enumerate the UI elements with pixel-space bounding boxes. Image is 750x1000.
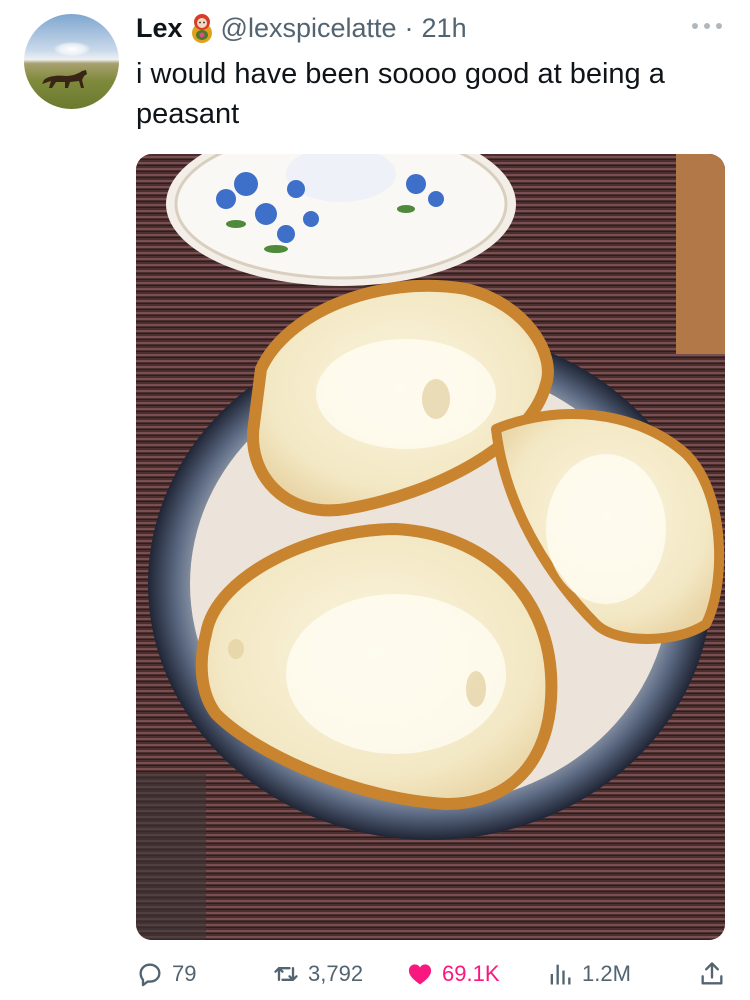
retweet-count: 3,792 (308, 961, 364, 986)
tweet-actions: 79 3,792 69.1K 1.2M (136, 952, 726, 996)
like-button[interactable]: 69.1K (406, 960, 500, 988)
share-icon (701, 962, 723, 985)
author-handle[interactable]: @lexspicelatte (221, 13, 397, 44)
heart-icon (408, 964, 432, 985)
tweet-text: i would have been soooo good at being a … (136, 58, 665, 130)
horse-silhouette (42, 70, 87, 88)
reply-button[interactable]: 79 (136, 960, 196, 988)
separator-dot: · (404, 12, 414, 43)
tweet-header: Lex @lexspicelatte · 21h (136, 10, 734, 46)
views-chart-icon (550, 964, 571, 985)
retweet-icon (274, 967, 298, 981)
timestamp[interactable]: 21h (422, 13, 467, 44)
like-count: 69.1K (442, 961, 500, 986)
more-dots-icon[interactable] (690, 20, 724, 32)
reply-count: 79 (172, 961, 197, 986)
avatar[interactable] (24, 14, 119, 109)
retweet-button[interactable]: 3,792 (272, 960, 363, 988)
matryoshka-doll-icon (191, 14, 212, 43)
views-button[interactable]: 1.2M (546, 960, 631, 988)
view-count: 1.2M (582, 961, 631, 986)
author-name[interactable]: Lex (136, 13, 183, 44)
share-button[interactable] (698, 960, 726, 988)
bread-plate-image (136, 154, 725, 940)
tweet-photo[interactable] (136, 154, 725, 940)
reply-icon (139, 963, 161, 987)
